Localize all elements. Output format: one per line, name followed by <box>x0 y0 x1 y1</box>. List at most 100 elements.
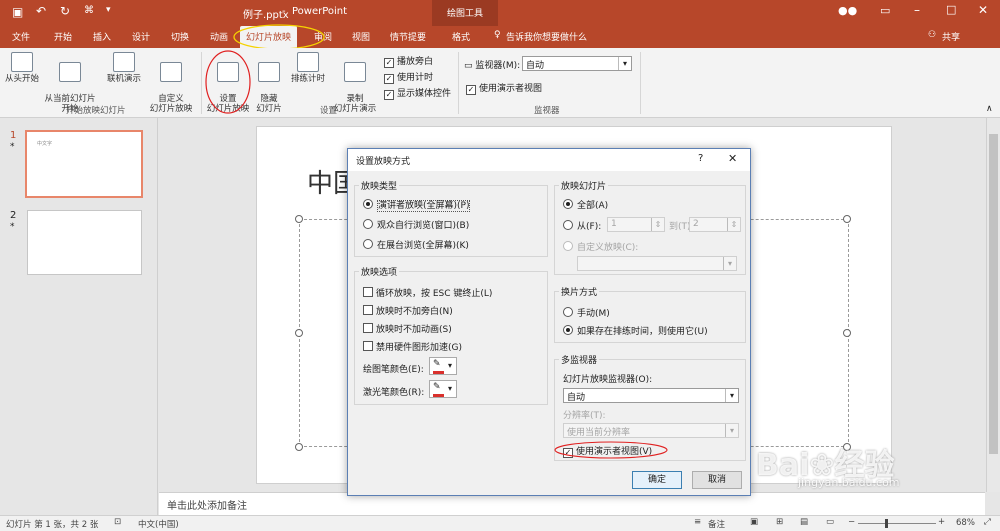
scrollbar-thumb[interactable] <box>989 134 998 454</box>
account-icon[interactable]: ●● <box>838 4 857 17</box>
fit-to-window-icon[interactable]: ⤢ <box>984 517 991 527</box>
show-media-controls-checkbox[interactable]: ✓ 显示媒体控件 <box>384 86 451 100</box>
show-options-group: 放映选项 循环放映，按 ESC 键终止(L) 放映时不加旁白(N) 放映时不加动… <box>354 265 548 405</box>
minimize-icon[interactable]: – <box>914 3 920 17</box>
chevron-down-icon: ▾ <box>448 384 453 393</box>
rehearse-timings-button[interactable]: 排练计时 <box>288 52 328 84</box>
language-indicator[interactable]: 中文(中国) <box>138 518 179 530</box>
from-radio[interactable]: 从(F): <box>563 219 601 232</box>
laser-color-label: 激光笔颜色(R): <box>363 388 425 398</box>
chevron-down-icon: ▾ <box>618 57 631 70</box>
manual-radio[interactable]: 手动(M) <box>563 306 610 319</box>
present-online-button[interactable]: 联机演示 <box>104 52 144 84</box>
slide-thumbnail[interactable] <box>27 210 142 275</box>
reading-view-icon[interactable]: ▤ <box>800 517 808 527</box>
tab-view[interactable]: 视图 <box>352 30 370 43</box>
no-narration-checkbox[interactable]: 放映时不加旁白(N) <box>363 304 453 317</box>
hide-slide-button[interactable]: 隐藏 幻灯片 <box>254 52 284 114</box>
laser-color-picker[interactable]: ✎ ▾ <box>429 380 457 398</box>
zoom-out-icon[interactable]: − <box>848 517 855 527</box>
resolution-label: 分辨率(T): <box>563 411 606 421</box>
tab-file[interactable]: 文件 <box>12 30 30 43</box>
share-icon[interactable]: ⚇ <box>928 30 936 40</box>
from-beginning-button[interactable]: 从头开始 <box>3 52 41 84</box>
use-timings-checkbox[interactable]: ✓ 使用计时 <box>384 70 433 84</box>
to-spinner[interactable]: 2 ⇕ <box>689 217 741 232</box>
redo-icon[interactable]: ↻ <box>60 4 70 18</box>
slide-thumbnail[interactable]: 中文字 <box>25 130 143 198</box>
pen-color-picker[interactable]: ✎ ▾ <box>429 357 457 375</box>
share-button[interactable]: 共享 <box>942 30 960 43</box>
red-annotation-ellipse <box>554 441 668 459</box>
from-spinner[interactable]: 1 ⇕ <box>607 217 665 232</box>
resize-handle[interactable] <box>843 329 851 337</box>
dialog-title: 设置放映方式 <box>356 157 411 167</box>
vertical-scrollbar[interactable] <box>986 118 1000 492</box>
resize-handle[interactable] <box>843 215 851 223</box>
notes-icon[interactable]: ≡ <box>694 517 701 527</box>
slide-show-monitor-select[interactable]: 自动 ▾ <box>563 388 739 403</box>
all-slides-radio[interactable]: 全部(A) <box>563 198 608 211</box>
spelling-icon[interactable]: ⊡ <box>114 517 121 527</box>
help-icon[interactable]: ? <box>698 153 703 164</box>
chevron-down-icon: ▾ <box>725 389 738 402</box>
slide-show-icon[interactable]: ▭ <box>826 517 834 527</box>
tab-format[interactable]: 格式 <box>452 30 470 43</box>
tell-me-box[interactable]: 告诉我你想要做什么 <box>506 30 587 43</box>
group-label: 放映幻灯片 <box>559 179 609 192</box>
kiosk-radio[interactable]: 在展台浏览(全屏幕)(K) <box>363 238 469 251</box>
custom-slide-show-button[interactable]: 自定义 幻灯片放映 <box>144 52 198 114</box>
custom-show-select[interactable]: ▾ <box>577 256 737 271</box>
undo-icon[interactable]: ↶ <box>36 4 46 18</box>
presenter-radio[interactable]: 演讲者放映(全屏幕)(P) <box>363 198 471 212</box>
tab-home[interactable]: 开始 <box>54 30 72 43</box>
ok-button[interactable]: 确定 <box>632 471 682 489</box>
zoom-slider-thumb[interactable] <box>885 519 888 528</box>
zoom-in-icon[interactable]: + <box>938 517 945 527</box>
restore-icon[interactable]: □ <box>946 3 956 16</box>
slide-sorter-icon[interactable]: ⊞ <box>776 517 783 527</box>
customize-qat-icon[interactable]: ▾ <box>106 5 111 15</box>
play-narrations-checkbox[interactable]: ✓ 播放旁白 <box>384 54 433 68</box>
resolution-select[interactable]: 使用当前分辨率 ▾ <box>563 423 739 438</box>
resize-handle[interactable] <box>295 443 303 451</box>
separator <box>201 52 202 114</box>
pen-color-label: 绘图笔颜色(E): <box>363 365 424 375</box>
close-icon[interactable]: ✕ <box>728 152 737 165</box>
zoom-level[interactable]: 68% <box>956 518 975 528</box>
group-label: 放映类型 <box>359 179 400 192</box>
browsed-window-radio[interactable]: 观众自行浏览(窗口)(B) <box>363 218 469 231</box>
record-slide-show-button[interactable]: 录制 幻灯片演示 <box>330 52 380 114</box>
stopwatch-icon <box>297 52 319 72</box>
custom-show-radio[interactable]: 自定义放映(C): <box>563 240 638 253</box>
tab-storyboarding[interactable]: 情节提要 <box>390 30 426 43</box>
hide-slide-icon <box>258 62 280 82</box>
resize-handle[interactable] <box>295 329 303 337</box>
play-from-start-icon <box>11 52 33 72</box>
disable-hw-accel-checkbox[interactable]: 禁用硬件图形加速(G) <box>363 340 462 353</box>
save-icon[interactable]: ▣ <box>12 5 23 19</box>
resize-handle[interactable] <box>295 215 303 223</box>
use-timings-radio[interactable]: 如果存在排练时间，则使用它(U) <box>563 324 708 337</box>
touch-mode-icon[interactable]: ⌘ <box>84 5 94 16</box>
notes-toggle[interactable]: 备注 <box>708 518 725 530</box>
zoom-slider[interactable] <box>858 523 936 524</box>
slide-number: 1 <box>10 130 17 141</box>
collapse-ribbon-icon[interactable]: ∧ <box>986 104 993 114</box>
normal-view-icon[interactable]: ▣ <box>750 517 758 527</box>
monitor-select[interactable]: 自动 ▾ <box>522 56 632 71</box>
tab-insert[interactable]: 插入 <box>93 30 111 43</box>
group-label: 放映选项 <box>359 265 400 278</box>
tab-transitions[interactable]: 切换 <box>171 30 189 43</box>
no-animation-checkbox[interactable]: 放映时不加动画(S) <box>363 322 452 335</box>
ribbon: 从头开始 从当前幻灯片 开始 联机演示 自定义 幻灯片放映 开始放映幻灯片 设置… <box>0 48 1000 118</box>
tab-design[interactable]: 设计 <box>132 30 150 43</box>
tab-animations[interactable]: 动画 <box>210 30 228 43</box>
cancel-button[interactable]: 取消 <box>692 471 742 489</box>
loop-checkbox[interactable]: 循环放映，按 ESC 键终止(L) <box>363 286 492 299</box>
close-icon[interactable]: ✕ <box>978 3 988 17</box>
custom-show-icon <box>160 62 182 82</box>
ribbon-display-icon[interactable]: ▭ <box>880 4 890 17</box>
multiple-monitors-group: 多监视器 幻灯片放映监视器(O): 自动 ▾ 分辨率(T): 使用当前分辨率 ▾ ✓… <box>554 353 746 461</box>
use-presenter-view-checkbox[interactable]: ✓ 使用演示者视图 <box>466 81 542 95</box>
